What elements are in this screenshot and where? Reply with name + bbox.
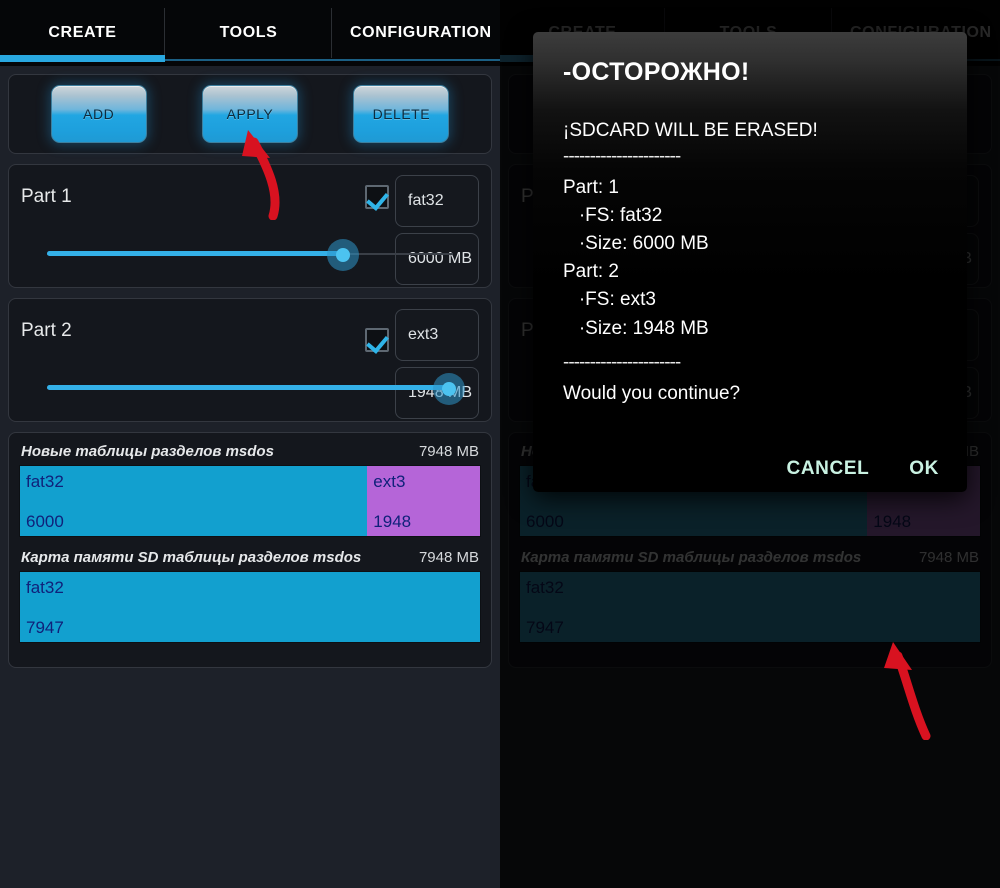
apply-button-label: APPLY bbox=[226, 106, 274, 122]
dialog-rule-top: ---------------------- bbox=[563, 146, 681, 168]
format-checkbox-1[interactable] bbox=[365, 185, 390, 209]
size-slider-1[interactable] bbox=[47, 237, 453, 271]
partition-row-1: Part 1 Format fat32 6000 MB bbox=[8, 164, 492, 288]
right-screenshot-panel: CREATE TOOLS CONFIGURATION ADD APPL bbox=[500, 0, 1000, 888]
partition-1-title: Part 1 bbox=[21, 186, 72, 207]
tab-configuration-label: CONFIGURATION bbox=[350, 23, 492, 41]
segment-size: 6000 bbox=[26, 512, 64, 531]
segment-fs: fat32 bbox=[26, 472, 64, 491]
partition-segment[interactable]: fat32 7947 bbox=[20, 572, 480, 642]
segment-fs: fat32 bbox=[26, 578, 64, 597]
partition-table-total-1: 7948 MB bbox=[418, 443, 479, 460]
partition-table-header-2: Карта памяти SD таблицы разделов msdos 7… bbox=[21, 549, 479, 566]
partition-table-bar-2: fat32 7947 bbox=[19, 571, 481, 643]
dialog-warning: ¡SDCARD WILL BE ERASED! bbox=[563, 120, 818, 141]
slider-thumb-2[interactable] bbox=[432, 373, 465, 405]
dialog-part2-size: ·Size: 1948 MB bbox=[563, 317, 709, 339]
partition-row-2: Part 2 Format ext3 1948 MB bbox=[8, 298, 492, 422]
dialog-actions: CANCEL OK bbox=[787, 458, 939, 480]
tab-create-label: CREATE bbox=[48, 23, 117, 41]
segment-size: 7947 bbox=[26, 618, 64, 637]
action-button-bar: ADD APPLY DELETE bbox=[8, 74, 492, 154]
dialog-part1: Part: 1 bbox=[563, 177, 619, 198]
partition-table-name-2: Карта памяти SD таблицы разделов msdos bbox=[21, 549, 362, 566]
add-button-label: ADD bbox=[83, 106, 115, 122]
partition-segment[interactable]: fat32 6000 bbox=[20, 466, 368, 536]
dialog-title: -ОСТОРОЖНО! bbox=[563, 58, 750, 86]
partition-table-total-2: 7948 MB bbox=[418, 549, 479, 566]
partition-tables-card: Новые таблицы разделов msdos 7948 MB fat… bbox=[8, 432, 492, 668]
dialog-ok-button[interactable]: OK bbox=[909, 458, 939, 480]
dialog-part1-fs: ·FS: fat32 bbox=[563, 205, 663, 227]
partition-table-name-1: Новые таблицы разделов msdos bbox=[21, 443, 274, 460]
dialog-cancel-button[interactable]: CANCEL bbox=[787, 458, 870, 480]
slider-fill-2 bbox=[47, 385, 449, 390]
tab-configuration[interactable]: CONFIGURATION bbox=[332, 0, 500, 66]
dialog-part2-fs: ·FS: ext3 bbox=[563, 289, 656, 311]
partition-segment[interactable]: ext3 1948 bbox=[367, 466, 480, 536]
filesystem-field-1[interactable]: fat32 bbox=[395, 175, 479, 227]
tab-tools[interactable]: TOOLS bbox=[165, 0, 332, 66]
segment-size: 1948 bbox=[373, 512, 412, 531]
app-screen-left: CREATE TOOLS CONFIGURATION ADD APPLY DEL… bbox=[0, 0, 500, 888]
tab-tools-label: TOOLS bbox=[219, 23, 278, 41]
app-content: ADD APPLY DELETE Part 1 Format fat32 bbox=[0, 66, 500, 888]
size-slider-2[interactable] bbox=[47, 371, 465, 405]
partition-table-bar-1: fat32 6000 ext3 1948 bbox=[19, 465, 481, 537]
confirmation-dialog: -ОСТОРОЖНО! ¡SDCARD WILL BE ERASED! ----… bbox=[533, 32, 967, 492]
segment-fs: ext3 bbox=[373, 472, 406, 491]
add-button[interactable]: ADD bbox=[50, 85, 147, 143]
slider-thumb-1[interactable] bbox=[327, 239, 360, 271]
slider-fill-1 bbox=[47, 251, 344, 256]
tab-active-indicator bbox=[0, 55, 165, 62]
apply-button[interactable]: APPLY bbox=[201, 85, 298, 143]
dialog-question: Would you continue? bbox=[563, 382, 741, 404]
tab-bar: CREATE TOOLS CONFIGURATION bbox=[0, 0, 500, 66]
partition-table-header-1: Новые таблицы разделов msdos 7948 MB bbox=[21, 443, 479, 460]
delete-button[interactable]: DELETE bbox=[353, 85, 450, 143]
left-screenshot-panel: CREATE TOOLS CONFIGURATION ADD APPLY DEL… bbox=[0, 0, 500, 888]
dialog-part1-size: ·Size: 6000 MB bbox=[563, 233, 709, 255]
delete-button-label: DELETE bbox=[372, 106, 431, 122]
screenshot-root: CREATE TOOLS CONFIGURATION ADD APPLY DEL… bbox=[0, 0, 1000, 888]
dialog-part2: Part: 2 bbox=[563, 261, 619, 283]
partition-2-title: Part 2 bbox=[21, 320, 72, 341]
filesystem-field-2[interactable]: ext3 bbox=[395, 309, 479, 361]
format-checkbox-2[interactable] bbox=[365, 328, 390, 352]
dialog-rule-bottom: ---------------------- bbox=[563, 351, 681, 373]
